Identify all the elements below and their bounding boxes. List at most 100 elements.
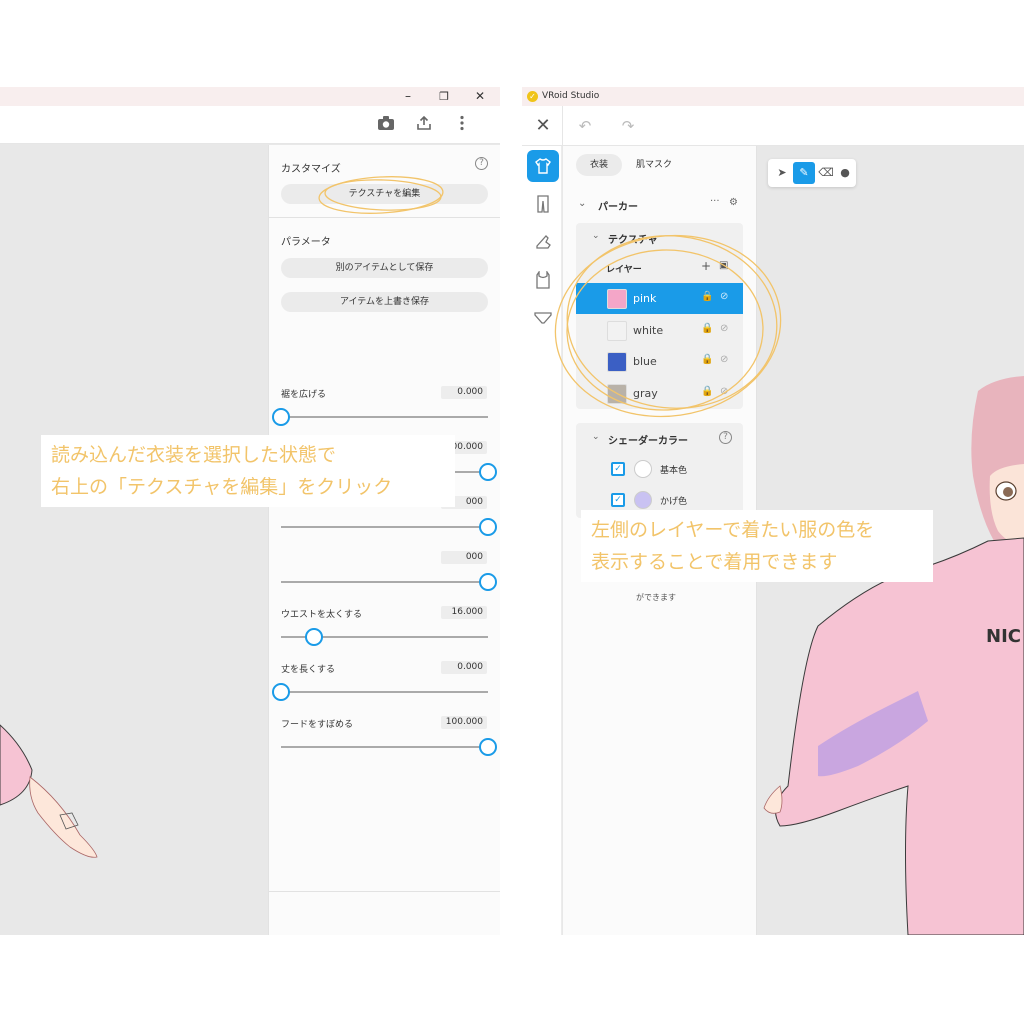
help-icon[interactable]: ? <box>475 157 488 170</box>
left-3d-viewport[interactable] <box>0 145 268 935</box>
slider-value-field[interactable]: 16.000 <box>441 606 487 619</box>
shoe-icon[interactable] <box>527 226 559 258</box>
left-title-bar: – ❐ ✕ <box>0 87 500 106</box>
layer-item-blue[interactable]: blue 🔒 ⊘ <box>576 346 743 377</box>
lock-icon[interactable]: 🔒 <box>701 386 713 397</box>
add-image-icon[interactable]: ▣ <box>719 260 728 271</box>
layer-thumbnail <box>607 352 627 372</box>
slider-track[interactable] <box>281 746 488 748</box>
redo-icon[interactable]: ↷ <box>618 116 638 136</box>
parameters-title: パラメータ <box>281 237 331 248</box>
slider-label: 丈を長くする <box>281 665 336 675</box>
base-color-swatch[interactable] <box>634 460 652 478</box>
right-title-bar: ✓ VRoid Studio <box>522 87 1024 106</box>
layer-thumbnail <box>607 289 627 309</box>
annotation-right: 左側のレイヤーで着たい服の色を 表示することで着用できます <box>581 510 933 582</box>
chevron-down-icon[interactable]: ⌄ <box>592 432 600 442</box>
slider-thumb[interactable] <box>479 738 497 756</box>
info-text: ができます <box>636 593 676 602</box>
edit-texture-button[interactable]: テクスチャを編集 <box>281 184 488 204</box>
camera-icon[interactable] <box>376 115 396 135</box>
slider-thumb[interactable] <box>479 518 497 536</box>
slider-label: 裾を広げる <box>281 390 327 400</box>
annotation-right-line2: 表示することで着用できます <box>591 551 838 573</box>
slider-thumb[interactable] <box>479 463 497 481</box>
annotation-left: 読み込んだ衣装を選択した状態で 右上の「テクスチャを編集」をクリック <box>41 435 455 507</box>
layers-title: レイヤー <box>606 265 642 275</box>
lock-icon[interactable]: 🔒 <box>701 291 713 302</box>
base-color-checkbox[interactable]: ✓ <box>611 462 625 476</box>
layer-name: pink <box>633 292 657 305</box>
annotation-left-line2: 右上の「テクスチャを編集」をクリック <box>51 476 393 498</box>
base-color-label: 基本色 <box>660 466 688 476</box>
slider-value-field[interactable]: 100.000 <box>441 716 487 729</box>
underwear-icon[interactable] <box>527 302 559 334</box>
slider-track[interactable] <box>281 581 488 583</box>
layer-name: white <box>633 323 664 337</box>
slider-track[interactable] <box>281 526 488 528</box>
layer-item-pink[interactable]: pink 🔒 ⊘ <box>576 283 743 314</box>
close-window-button[interactable]: ✕ <box>465 87 495 106</box>
help-icon[interactable]: ? <box>719 431 732 444</box>
slider-label: ウエストを太くする <box>281 610 363 620</box>
shade-color-checkbox[interactable]: ✓ <box>611 493 625 507</box>
restore-button[interactable]: ❐ <box>429 87 459 106</box>
slider-track[interactable] <box>281 691 488 693</box>
right-toolbar: ✕ ↶ ↷ <box>522 106 1024 146</box>
layer-thumbnail <box>607 320 627 341</box>
customize-panel: カスタマイズ ? テクスチャを編集 パラメータ 別のアイテムとして保存 アイテム… <box>268 145 500 935</box>
tab-skin-mask[interactable]: 肌マスク <box>627 154 681 176</box>
tab-costume[interactable]: 衣装 <box>576 154 622 176</box>
visibility-icon[interactable]: ⊘ <box>720 291 728 302</box>
slider-track[interactable] <box>281 416 488 418</box>
add-layer-icon[interactable]: + <box>701 259 711 273</box>
visibility-icon[interactable]: ⊘ <box>720 354 728 365</box>
undo-icon[interactable]: ↶ <box>575 116 595 136</box>
category-icon-rail <box>522 146 562 935</box>
app-title: VRoid Studio <box>542 91 600 101</box>
minimize-button[interactable]: – <box>393 87 423 106</box>
left-app-window: – ❐ ✕ カスタマイズ ? テクスチャを編集 パラメータ 別のアイテムとして保… <box>0 87 500 935</box>
shirt-icon[interactable] <box>527 150 559 182</box>
overwrite-item-button[interactable]: アイテムを上書き保存 <box>281 292 488 312</box>
visibility-icon[interactable]: ⊘ <box>720 386 728 397</box>
pants-icon[interactable] <box>527 188 559 220</box>
layer-list: pink 🔒 ⊘ white 🔒 ⊘ blue 🔒 ⊘ gray 🔒 ⊘ <box>576 283 743 409</box>
slider-thumb[interactable] <box>272 408 290 426</box>
chevron-down-icon[interactable]: ⌄ <box>592 231 600 241</box>
lock-icon[interactable]: 🔒 <box>701 354 713 365</box>
shade-color-swatch[interactable] <box>634 491 652 509</box>
more-vert-icon[interactable] <box>452 115 472 135</box>
save-as-new-item-button[interactable]: 別のアイテムとして保存 <box>281 258 488 278</box>
slider-value-field[interactable]: 0.000 <box>441 386 487 399</box>
share-icon[interactable] <box>414 115 434 135</box>
slider-thumb[interactable] <box>272 683 290 701</box>
layer-name: gray <box>633 386 658 400</box>
slider-thumb[interactable] <box>479 573 497 591</box>
more-horiz-icon[interactable]: ··· <box>710 196 720 207</box>
shade-color-label: かげ色 <box>660 497 688 507</box>
item-name: パーカー <box>598 202 638 213</box>
shader-color-card: ⌄ シェーダーカラー ? ✓ 基本色 ✓ かげ色 <box>576 423 743 518</box>
customize-title: カスタマイズ <box>281 164 341 175</box>
hoodie-print-text: NIC <box>986 626 1021 647</box>
slider-thumb[interactable] <box>305 628 324 646</box>
toolbar-divider <box>562 106 563 146</box>
left-toolbar <box>0 106 500 144</box>
layer-thumbnail <box>607 383 627 404</box>
chevron-down-icon[interactable]: ⌄ <box>578 198 586 209</box>
layer-name: blue <box>633 355 657 368</box>
vroid-logo-icon: ✓ <box>527 91 538 102</box>
layer-item-gray[interactable]: gray 🔒 ⊘ <box>576 378 743 409</box>
texture-card: ⌄ テクスチャ レイヤー + ▣ pink 🔒 ⊘ white 🔒 ⊘ blue 🔒 ⊘ gray… <box>576 223 743 409</box>
texture-title: テクスチャ <box>608 235 658 246</box>
close-icon[interactable]: ✕ <box>533 116 553 136</box>
tank-top-icon[interactable] <box>527 264 559 296</box>
slider-value-field[interactable]: 0.000 <box>441 661 487 674</box>
visibility-icon[interactable]: ⊘ <box>720 323 728 334</box>
layer-item-white[interactable]: white 🔒 ⊘ <box>576 315 743 346</box>
slider-value-field[interactable]: 000 <box>441 551 487 564</box>
slider-label: フードをすぼめる <box>281 720 354 730</box>
adjust-icon[interactable]: ⚙ <box>729 197 738 208</box>
lock-icon[interactable]: 🔒 <box>701 323 713 334</box>
